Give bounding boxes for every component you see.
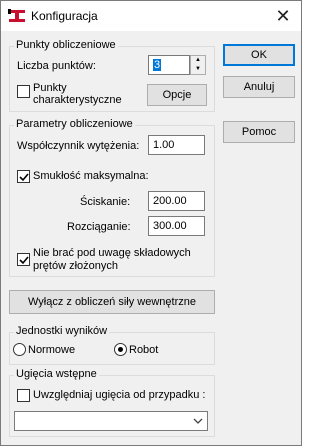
smuklosc-checkbox[interactable] (17, 170, 30, 183)
robot-radio[interactable] (114, 343, 127, 356)
opcje-button[interactable]: Opcje (147, 84, 207, 106)
punkty-charakterystyczne-checkbox[interactable] (17, 85, 30, 98)
title-bar[interactable]: Konfiguracja ✕ (1, 1, 301, 31)
spin-up-icon[interactable]: ▲ (191, 56, 205, 65)
group-jednostki-label: Jednostki wyników (14, 325, 110, 337)
punkty-charakterystyczne-label-1: Punkty (33, 82, 67, 94)
group-ugiecia-label: Ugięcia wstępne (14, 368, 99, 380)
rozciaganie-label: Rozciąganie: (67, 221, 131, 233)
group-parametry-label: Parametry obliczeniowe (14, 118, 135, 130)
punkty-charakterystyczne-label-2: charakterystyczne (33, 94, 122, 106)
sciskanie-label: Ściskanie: (80, 196, 131, 208)
wspolczynnik-label: Współczynnik wytężenia: (17, 140, 140, 152)
robot-label: Robot (129, 344, 159, 356)
checkmark-icon (19, 173, 29, 182)
ok-button[interactable]: OK (223, 44, 295, 66)
smuklosc-label: Smukłość maksymalna: (33, 170, 149, 182)
przypadek-dropdown[interactable] (14, 411, 208, 431)
sciskanie-input[interactable]: 200.00 (148, 191, 205, 211)
pomoc-button[interactable]: Pomoc (223, 121, 295, 143)
nie-brac-label-2: prętów złożonych (33, 260, 118, 272)
close-icon[interactable]: ✕ (271, 5, 295, 27)
app-logo-icon (8, 9, 25, 22)
nie-brac-label-1: Nie brać pod uwagę składowych (33, 247, 191, 259)
wspolczynnik-input[interactable]: 1.00 (148, 135, 205, 155)
chevron-down-icon (193, 418, 203, 424)
nie-brac-checkbox[interactable] (17, 253, 30, 266)
anuluj-button[interactable]: Anuluj (223, 76, 295, 98)
uwzgledniaj-label: Uwzględniaj ugięcia od przypadku : (33, 389, 206, 401)
spin-down-icon[interactable]: ▼ (191, 65, 205, 74)
radio-selected-dot (118, 347, 123, 352)
normowe-radio[interactable] (13, 343, 26, 356)
checkmark-icon (19, 256, 29, 265)
liczba-punktow-input[interactable]: 3 (148, 55, 190, 75)
dialog-window: Konfiguracja ✕ Punkty obliczeniowe Liczb… (0, 0, 302, 446)
normowe-label: Normowe (28, 344, 76, 356)
wylacz-sily-button[interactable]: Wyłącz z obliczeń siły wewnętrzne (9, 290, 215, 314)
liczba-punktow-value: 3 (153, 59, 162, 71)
uwzgledniaj-checkbox[interactable] (17, 389, 30, 402)
liczba-punktow-label: Liczba punktów: (17, 60, 96, 72)
liczba-punktow-spinner[interactable]: ▲ ▼ (190, 55, 206, 75)
rozciaganie-input[interactable]: 300.00 (148, 216, 205, 236)
group-punkty-label: Punkty obliczeniowe (14, 39, 118, 51)
window-title: Konfiguracja (31, 9, 98, 23)
